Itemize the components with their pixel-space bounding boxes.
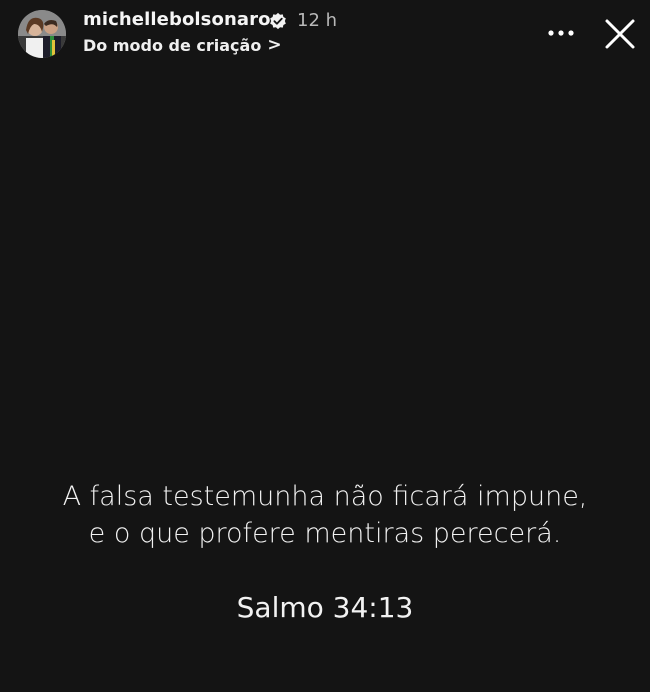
close-button[interactable] <box>599 13 641 55</box>
story-timestamp: 12 h <box>297 10 338 31</box>
bible-reference: Salmo 34:13 <box>236 591 414 624</box>
more-options-button[interactable] <box>543 18 579 48</box>
verified-badge-icon <box>270 12 286 30</box>
story-quote: A falsa testemunha não ficará impune, e … <box>0 478 650 552</box>
quote-line: A falsa testemunha não ficará impune, <box>62 481 588 512</box>
story-viewer[interactable]: michellebolsonaro 12 h Do modo de criaçã… <box>0 0 650 692</box>
story-header: michellebolsonaro 12 h Do modo de criaçã… <box>0 0 650 70</box>
quote-line: e o que profere mentiras perecerá. <box>88 518 562 549</box>
source-link[interactable]: Do modo de criação > <box>83 35 282 55</box>
more-horizontal-icon <box>548 30 574 36</box>
close-icon <box>605 19 635 49</box>
source-label: Do modo de criação <box>83 35 262 55</box>
username[interactable]: michellebolsonaro <box>83 9 271 30</box>
avatar[interactable] <box>18 10 66 58</box>
chevron-right-icon: > <box>267 35 282 55</box>
